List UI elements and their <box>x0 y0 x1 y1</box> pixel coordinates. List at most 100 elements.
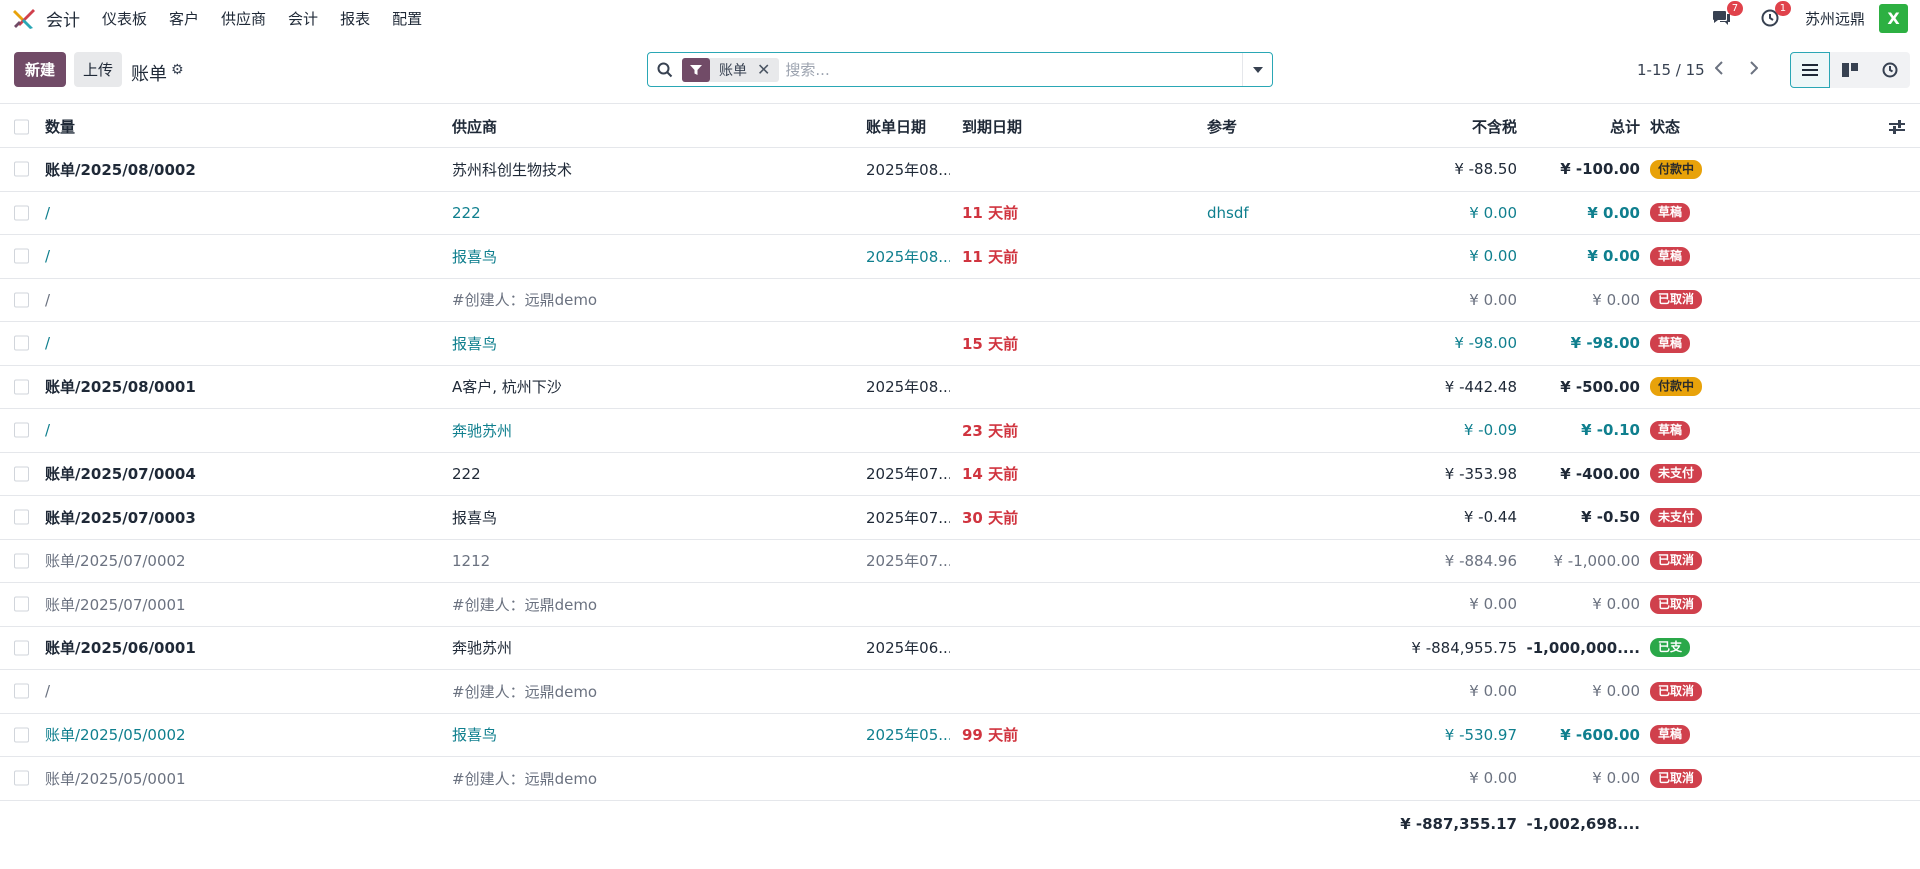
untaxed-amount: ¥ -884,955.75 <box>1411 638 1517 657</box>
row-checkbox[interactable] <box>14 335 29 351</box>
remove-facet-icon[interactable]: ✕ <box>757 60 779 79</box>
row-checkbox[interactable] <box>14 553 29 569</box>
table-row[interactable]: 账单/2025/05/0002 报喜鸟 2025年05... 99 天前 ¥ -530.… <box>0 714 1920 757</box>
bill-number: 账单/2025/05/0001 <box>45 769 186 788</box>
reference <box>1207 235 1357 278</box>
reference <box>1207 540 1357 583</box>
menu-customers[interactable]: 客户 <box>169 8 199 29</box>
reference: dhsdf <box>1207 203 1249 222</box>
vendor-name: #创建人：远鼎demo <box>452 291 598 310</box>
app-logo-icon[interactable] <box>12 6 36 30</box>
bill-date <box>866 322 950 365</box>
search-options-toggle[interactable] <box>1242 53 1272 86</box>
row-checkbox[interactable] <box>14 640 29 656</box>
bill-number: 账单/2025/07/0001 <box>45 595 186 614</box>
row-checkbox[interactable] <box>14 248 29 264</box>
menu-accounting[interactable]: 会计 <box>288 8 318 29</box>
bill-date: 2025年06... <box>866 639 950 658</box>
due-date: 11 天前 <box>962 247 1019 266</box>
table-row[interactable]: 账单/2025/07/0002 1212 2025年07... ¥ -884.96 ¥ … <box>0 540 1920 583</box>
table-row[interactable]: 账单/2025/08/0001 A客户, 杭州下沙 2025年08... ¥ -442… <box>0 366 1920 409</box>
table-row[interactable]: 账单/2025/07/0004 222 2025年07... 14 天前 ¥ -353.… <box>0 453 1920 496</box>
gear-icon[interactable]: ⚙ <box>171 62 184 78</box>
pager-previous[interactable] <box>1706 55 1732 81</box>
upload-button[interactable]: 上传 <box>74 52 123 87</box>
row-checkbox[interactable] <box>14 509 29 525</box>
row-checkbox[interactable] <box>14 466 29 482</box>
sliders-icon <box>1889 119 1905 134</box>
status-badge: 草稿 <box>1650 246 1691 266</box>
column-number[interactable]: 数量 <box>45 106 445 147</box>
row-checkbox[interactable] <box>14 683 29 699</box>
reference <box>1207 757 1357 800</box>
row-checkbox[interactable] <box>14 770 29 786</box>
reference <box>1207 583 1357 626</box>
untaxed-amount: ¥ -353.98 <box>1444 464 1517 483</box>
vendor-name: 222 <box>452 464 481 483</box>
activity-view-button[interactable] <box>1870 52 1910 88</box>
column-bill-date[interactable]: 账单日期 <box>866 106 950 147</box>
bill-date: 2025年08... <box>866 247 950 266</box>
table-row[interactable]: 账单/2025/08/0002 苏州科创生物技术 2025年08... ¥ -88.5… <box>0 148 1920 192</box>
menu-reporting[interactable]: 报表 <box>340 8 370 29</box>
company-switcher[interactable]: 苏州远鼎 <box>1805 8 1865 29</box>
table-row[interactable]: / #创建人：远鼎demo ¥ 0.00 ¥ 0.00 已取消 <box>0 279 1920 322</box>
table-row[interactable]: / 222 11 天前 dhsdf ¥ 0.00 ¥ 0.00 草稿 <box>0 192 1920 235</box>
list-view-button[interactable] <box>1790 52 1830 88</box>
status-badge: 草稿 <box>1650 203 1691 223</box>
reference <box>1207 322 1357 365</box>
optional-columns-toggle[interactable] <box>1884 106 1910 147</box>
activities-button[interactable]: 1 <box>1757 1 1791 31</box>
pager-next[interactable] <box>1741 55 1767 81</box>
bill-date: 2025年05... <box>866 726 950 745</box>
column-state[interactable]: 状态 <box>1650 106 1750 147</box>
row-checkbox[interactable] <box>14 379 29 395</box>
reference <box>1207 409 1357 452</box>
menu-dashboard[interactable]: 仪表板 <box>102 8 147 29</box>
table-row[interactable]: / 奔驰苏州 23 天前 ¥ -0.09 ¥ -0.10 草稿 <box>0 409 1920 453</box>
reference <box>1207 627 1357 670</box>
due-date <box>962 279 1112 322</box>
table-row[interactable]: / 报喜鸟 2025年08... 11 天前 ¥ 0.00 ¥ 0.00 草稿 <box>0 235 1920 279</box>
search-icon[interactable] <box>648 62 682 78</box>
pager-value[interactable]: 1-15 / 15 <box>1637 61 1705 79</box>
reference <box>1207 279 1357 322</box>
menu-configuration[interactable]: 配置 <box>392 8 422 29</box>
column-untaxed[interactable]: 不含税 <box>1360 106 1517 147</box>
row-checkbox[interactable] <box>14 292 29 308</box>
table-row[interactable]: 账单/2025/05/0001 #创建人：远鼎demo ¥ 0.00 ¥ 0.00 已取… <box>0 757 1920 801</box>
vendor-name: 奔驰苏州 <box>452 421 513 440</box>
status-cell: 已取消 <box>1650 540 1750 583</box>
table-row[interactable]: / #创建人：远鼎demo ¥ 0.00 ¥ 0.00 已取消 <box>0 670 1920 714</box>
bill-number: / <box>45 247 51 266</box>
search-input[interactable] <box>785 60 1242 79</box>
total-amount: ¥ -0.10 <box>1581 421 1640 440</box>
status-badge: 草稿 <box>1650 420 1691 440</box>
new-button[interactable]: 新建 <box>14 52 67 87</box>
vendor-name: 苏州科创生物技术 <box>452 160 573 179</box>
total-amount: ¥ -400.00 <box>1560 464 1640 483</box>
row-checkbox[interactable] <box>14 422 29 438</box>
messages-button[interactable]: 7 <box>1709 1 1743 31</box>
row-checkbox[interactable] <box>14 205 29 221</box>
row-checkbox[interactable] <box>14 727 29 743</box>
table-row[interactable]: 账单/2025/06/0001 奔驰苏州 2025年06... ¥ -884,955.… <box>0 627 1920 670</box>
user-avatar[interactable]: X <box>1879 3 1908 33</box>
column-reference[interactable]: 参考 <box>1207 106 1357 147</box>
column-vendor[interactable]: 供应商 <box>452 106 852 147</box>
column-total[interactable]: 总计 <box>1522 106 1640 147</box>
due-date <box>962 627 1112 670</box>
untaxed-amount: ¥ -0.09 <box>1463 421 1517 440</box>
menu-vendors[interactable]: 供应商 <box>221 8 266 29</box>
column-due-date[interactable]: 到期日期 <box>962 106 1112 147</box>
status-badge: 未支付 <box>1650 464 1703 484</box>
status-cell: 已取消 <box>1650 583 1750 626</box>
select-all-checkbox[interactable] <box>14 119 29 134</box>
app-name[interactable]: 会计 <box>46 6 80 31</box>
table-row[interactable]: / 报喜鸟 15 天前 ¥ -98.00 ¥ -98.00 草稿 <box>0 322 1920 366</box>
table-row[interactable]: 账单/2025/07/0003 报喜鸟 2025年07... 30 天前 ¥ -0.44… <box>0 496 1920 540</box>
table-row[interactable]: 账单/2025/07/0001 #创建人：远鼎demo ¥ 0.00 ¥ 0.00 已取… <box>0 583 1920 627</box>
row-checkbox[interactable] <box>14 596 29 612</box>
row-checkbox[interactable] <box>14 161 29 177</box>
kanban-view-button[interactable] <box>1830 52 1870 88</box>
